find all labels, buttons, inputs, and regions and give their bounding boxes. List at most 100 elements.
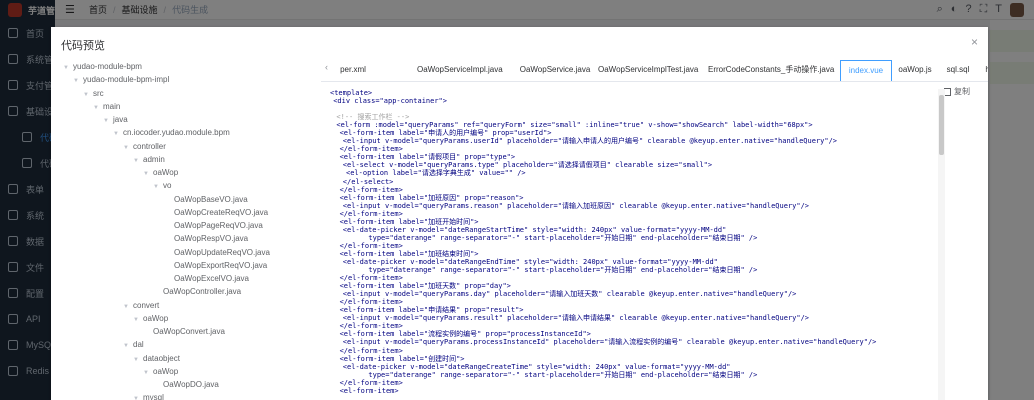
tree-file[interactable]: OaWopCreateReqVO.java [164, 206, 268, 219]
tab-errorcodeconstants-java[interactable]: ErrorCodeConstants_手动操作.java [708, 60, 834, 81]
caret-down-icon: ▼ [123, 343, 129, 350]
tree-folder[interactable]: ▼ yudao-module-bpm-impl [73, 73, 169, 86]
tab-oawopserviceimpl-java[interactable]: OaWopServiceImpl.java [417, 60, 503, 81]
tab-oawopservice-java[interactable]: OaWopService.java [515, 60, 595, 81]
caret-down-icon: ▼ [133, 396, 139, 400]
tree-file[interactable]: OaWopRespVO.java [164, 232, 248, 245]
caret-down-icon: ▼ [153, 184, 159, 191]
tree-file[interactable]: OaWopExportReqVO.java [164, 259, 267, 272]
caret-down-icon: ▼ [93, 104, 99, 111]
code-line: </el-form-item> [339, 185, 403, 194]
code-line: </el-form-item> [339, 346, 403, 355]
tree-node-label: OaWopConvert.java [153, 327, 225, 336]
caret-down-icon: ▼ [133, 356, 139, 363]
code-line: </el-form-item> [339, 241, 403, 250]
tree-folder[interactable]: ▼ cn.iocoder.yudao.module.bpm [113, 126, 230, 139]
tree-node-label: oaWop [153, 366, 179, 376]
tree-node-label: dataobject [143, 353, 180, 363]
tree-node-label: OaWopRespVO.java [174, 234, 249, 244]
code-line: <el-input v-model="queryParams.day" plac… [342, 290, 797, 299]
caret-down-icon: ▼ [143, 369, 149, 376]
tree-folder[interactable]: ▼ java [103, 113, 128, 126]
tree-folder[interactable]: ▼ controller [123, 140, 166, 153]
tree-folder[interactable]: ▼ src [83, 87, 104, 100]
tree-folder[interactable]: ▼ dal [123, 338, 144, 351]
tree-node-label: OaWopController.java [163, 287, 242, 297]
tree-node-label: OaWopExcelVO.java [174, 274, 249, 283]
tree-folder[interactable]: ▼ yudao-module-bpm [63, 60, 142, 73]
close-icon[interactable]: × [971, 35, 978, 49]
code-line: <el-form-item label="加班开始时间"> [339, 217, 479, 226]
tree-node-label: admin [143, 154, 165, 164]
tree-node-label: convert [133, 300, 160, 310]
caret-down-icon: ▼ [133, 157, 139, 164]
tree-node-label: OaWopDO.java [163, 380, 219, 389]
file-tabs: ‹ per.xml OaWopServiceImpl.java OaWopServi… [321, 56, 988, 82]
tree-folder[interactable]: ▼ mysql [133, 391, 164, 400]
tree-node-label: java [113, 115, 128, 124]
caret-down-icon: ▼ [143, 171, 149, 177]
tree-file[interactable]: OaWopPageReqVO.java [164, 219, 263, 232]
tree-folder[interactable]: ▼ oaWop [143, 166, 178, 179]
caret-down-icon: ▼ [133, 316, 139, 323]
tab-per-xml[interactable]: per.xml [333, 60, 373, 81]
code-line: <el-form-item label="加班结束时间"> [339, 249, 479, 258]
tab-oawop-js[interactable]: oaWop.js [891, 60, 939, 81]
tree-node-label: OaWopBaseVO.java [174, 194, 248, 204]
file-tree: ▼ yudao-module-bpm ▼ yudao-module-bpm-impl ▼… [51, 57, 321, 400]
code-line: <el-date-picker v-model="dateRangeStartT… [342, 225, 727, 234]
code-line: </el-form-item> [339, 274, 403, 283]
tree-folder[interactable]: ▼ oaWop [143, 365, 178, 378]
code-line: <el-input v-model="queryParams.reason" p… [342, 201, 810, 210]
code-line: type="daterange" range-separator="-" sta… [368, 266, 758, 275]
copy-button[interactable]: 复制 [944, 86, 970, 97]
tree-file[interactable]: OaWopBaseVO.java [164, 193, 248, 206]
code-line: <el-date-picker v-model="dateRangeCreate… [342, 362, 731, 371]
tree-folder[interactable]: ▼ vo [153, 179, 171, 192]
tree-file[interactable]: OaWopDO.java [153, 378, 219, 391]
code-line: </el-form-item> [339, 378, 403, 387]
code-line: <el-option label="请选择字典生成" value="" /> [346, 169, 526, 178]
caret-down-icon: ▼ [63, 65, 69, 71]
tree-node-label: vo [163, 181, 172, 191]
tree-file[interactable]: OaWopController.java [153, 285, 241, 298]
tree-node-label: yudao-module-bpm-impl [83, 75, 170, 85]
tab-h2-sql[interactable]: h2.sql [981, 60, 988, 81]
tree-folder[interactable]: ▼ convert [123, 299, 159, 312]
tree-node-label: main [103, 101, 121, 111]
tree-node-label: cn.iocoder.yudao.module.bpm [123, 128, 230, 138]
caret-down-icon: ▼ [113, 131, 119, 138]
tab-sql-sql[interactable]: sql.sql [940, 60, 976, 81]
tree-folder[interactable]: ▼ dataobject [133, 352, 180, 365]
tree-node-label: yudao-module-bpm [73, 62, 142, 71]
code-line: <el-input v-model="queryParams.userId" p… [342, 137, 838, 146]
tree-file[interactable]: OaWopConvert.java [143, 325, 225, 338]
tree-node-label: OaWopPageReqVO.java [174, 221, 263, 230]
tree-node-label: OaWopExportReqVO.java [174, 260, 268, 270]
code-line: <el-date-picker v-model="dateRangeEndTim… [342, 257, 718, 266]
tree-node-label: oaWop [143, 313, 169, 323]
code-line: type="daterange" range-separator="-" sta… [368, 370, 758, 379]
code-scrollbar-thumb[interactable] [939, 95, 944, 155]
tree-folder[interactable]: ▼ oaWop [133, 312, 168, 325]
tab-oawopserviceimpltest-java[interactable]: OaWopServiceImplTest.java [598, 60, 698, 81]
tab-index-vue[interactable]: index.vue [840, 60, 892, 81]
tree-node-label: OaWopCreateReqVO.java [174, 207, 269, 217]
copy-label: 复制 [954, 87, 970, 96]
code-line: </el-select> [342, 177, 394, 186]
tree-folder[interactable]: ▼ admin [133, 153, 165, 166]
code-preview-dialog: 代码预览 × ▼ yudao-module-bpm ▼ yudao-module-bp… [51, 27, 988, 400]
code-line: <template> [330, 89, 373, 97]
tree-node-label: dal [133, 340, 144, 350]
code-line: <div class="app-container"> [333, 97, 447, 106]
tree-file[interactable]: OaWopUpdateReqVO.java [164, 246, 270, 259]
caret-down-icon: ▼ [73, 78, 79, 85]
tree-folder[interactable]: ▼ main [93, 100, 120, 113]
caret-down-icon: ▼ [123, 303, 129, 310]
tab-prev-icon[interactable]: ‹ [325, 62, 328, 72]
copy-icon [944, 87, 951, 96]
tree-node-label: OaWopUpdateReqVO.java [174, 247, 270, 257]
tree-node-label: src [93, 88, 104, 98]
tree-file[interactable]: OaWopExcelVO.java [164, 272, 249, 285]
